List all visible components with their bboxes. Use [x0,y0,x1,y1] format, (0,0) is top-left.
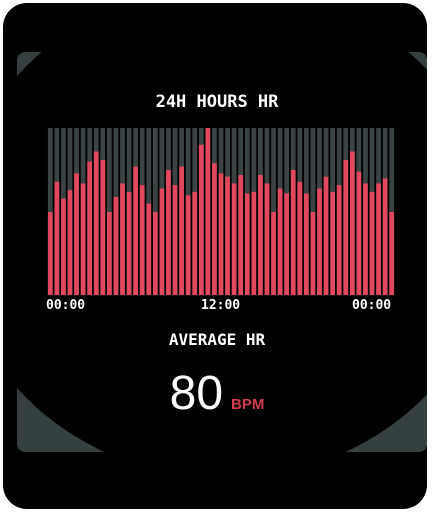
chart-bar [126,191,132,296]
chart-bar [93,151,99,296]
chart-bar [376,183,381,296]
average-hr-unit: BPM [231,396,265,413]
chart-bar [225,176,230,296]
chart-bar [179,166,184,296]
chart-bar [231,183,237,296]
chart-bar [47,212,53,296]
chart-bar [54,181,60,296]
chart-bar [61,198,66,296]
chart-bar [238,175,244,296]
chart-bar [133,166,139,296]
chart-bar [369,191,375,296]
chart-bar [343,159,349,296]
chart-bar [330,191,335,296]
chart-bar [120,183,125,296]
chart-bar [139,185,145,296]
chart-bar [258,175,263,296]
x-tick-label-middle: 12:00 [201,298,241,313]
chart-bar [336,185,342,296]
x-tick-label-end: 00:00 [352,298,392,313]
chart-bar [303,193,309,296]
x-tick-label-start: 00:00 [46,298,86,313]
watch-screenshot: 24H HOURS HR 00:00 12:00 00:00 AVERAGE H… [0,0,434,516]
average-hr-label: AVERAGE HR [168,330,266,349]
average-hr-value: 80 [169,367,224,420]
chart-bar [146,203,152,296]
chart-bar [349,151,355,296]
chart-title: 24H HOURS HR [155,92,279,112]
chart-bar [113,196,119,296]
chart-bar [251,191,257,296]
heart-rate-chart [47,128,395,296]
chart-bar [382,178,388,296]
chart-bar [244,193,250,296]
chart-bar [87,161,93,296]
chart-bar [107,212,112,296]
chart-bar [185,195,191,296]
chart-bar [290,170,296,296]
chart-bar [363,183,368,296]
chart-bar [152,212,158,296]
chart-bar [277,188,283,296]
average-hr-readout: 80 BPM [0,364,434,424]
chart-bar [317,188,322,296]
chart-bar [271,212,276,296]
chart-bar [264,183,270,296]
chart-bar [159,188,165,296]
chart-bar [212,163,217,296]
chart-bar [67,190,73,296]
chart-bar [205,128,211,296]
chart-bar [74,173,79,296]
chart-bar [100,159,106,296]
chart-bar [80,183,86,296]
chart-bar [172,185,178,296]
chart-bar [389,212,395,296]
chart-bar [198,144,204,296]
chart-bar [166,170,171,296]
chart-bar [323,176,329,296]
chart-bar [297,181,303,296]
frame-edge [421,3,427,33]
chart-bar [356,171,362,296]
chart-bar [284,193,290,296]
chart-bar [218,173,224,296]
chart-bar [192,191,198,296]
chart-bar [310,212,316,296]
